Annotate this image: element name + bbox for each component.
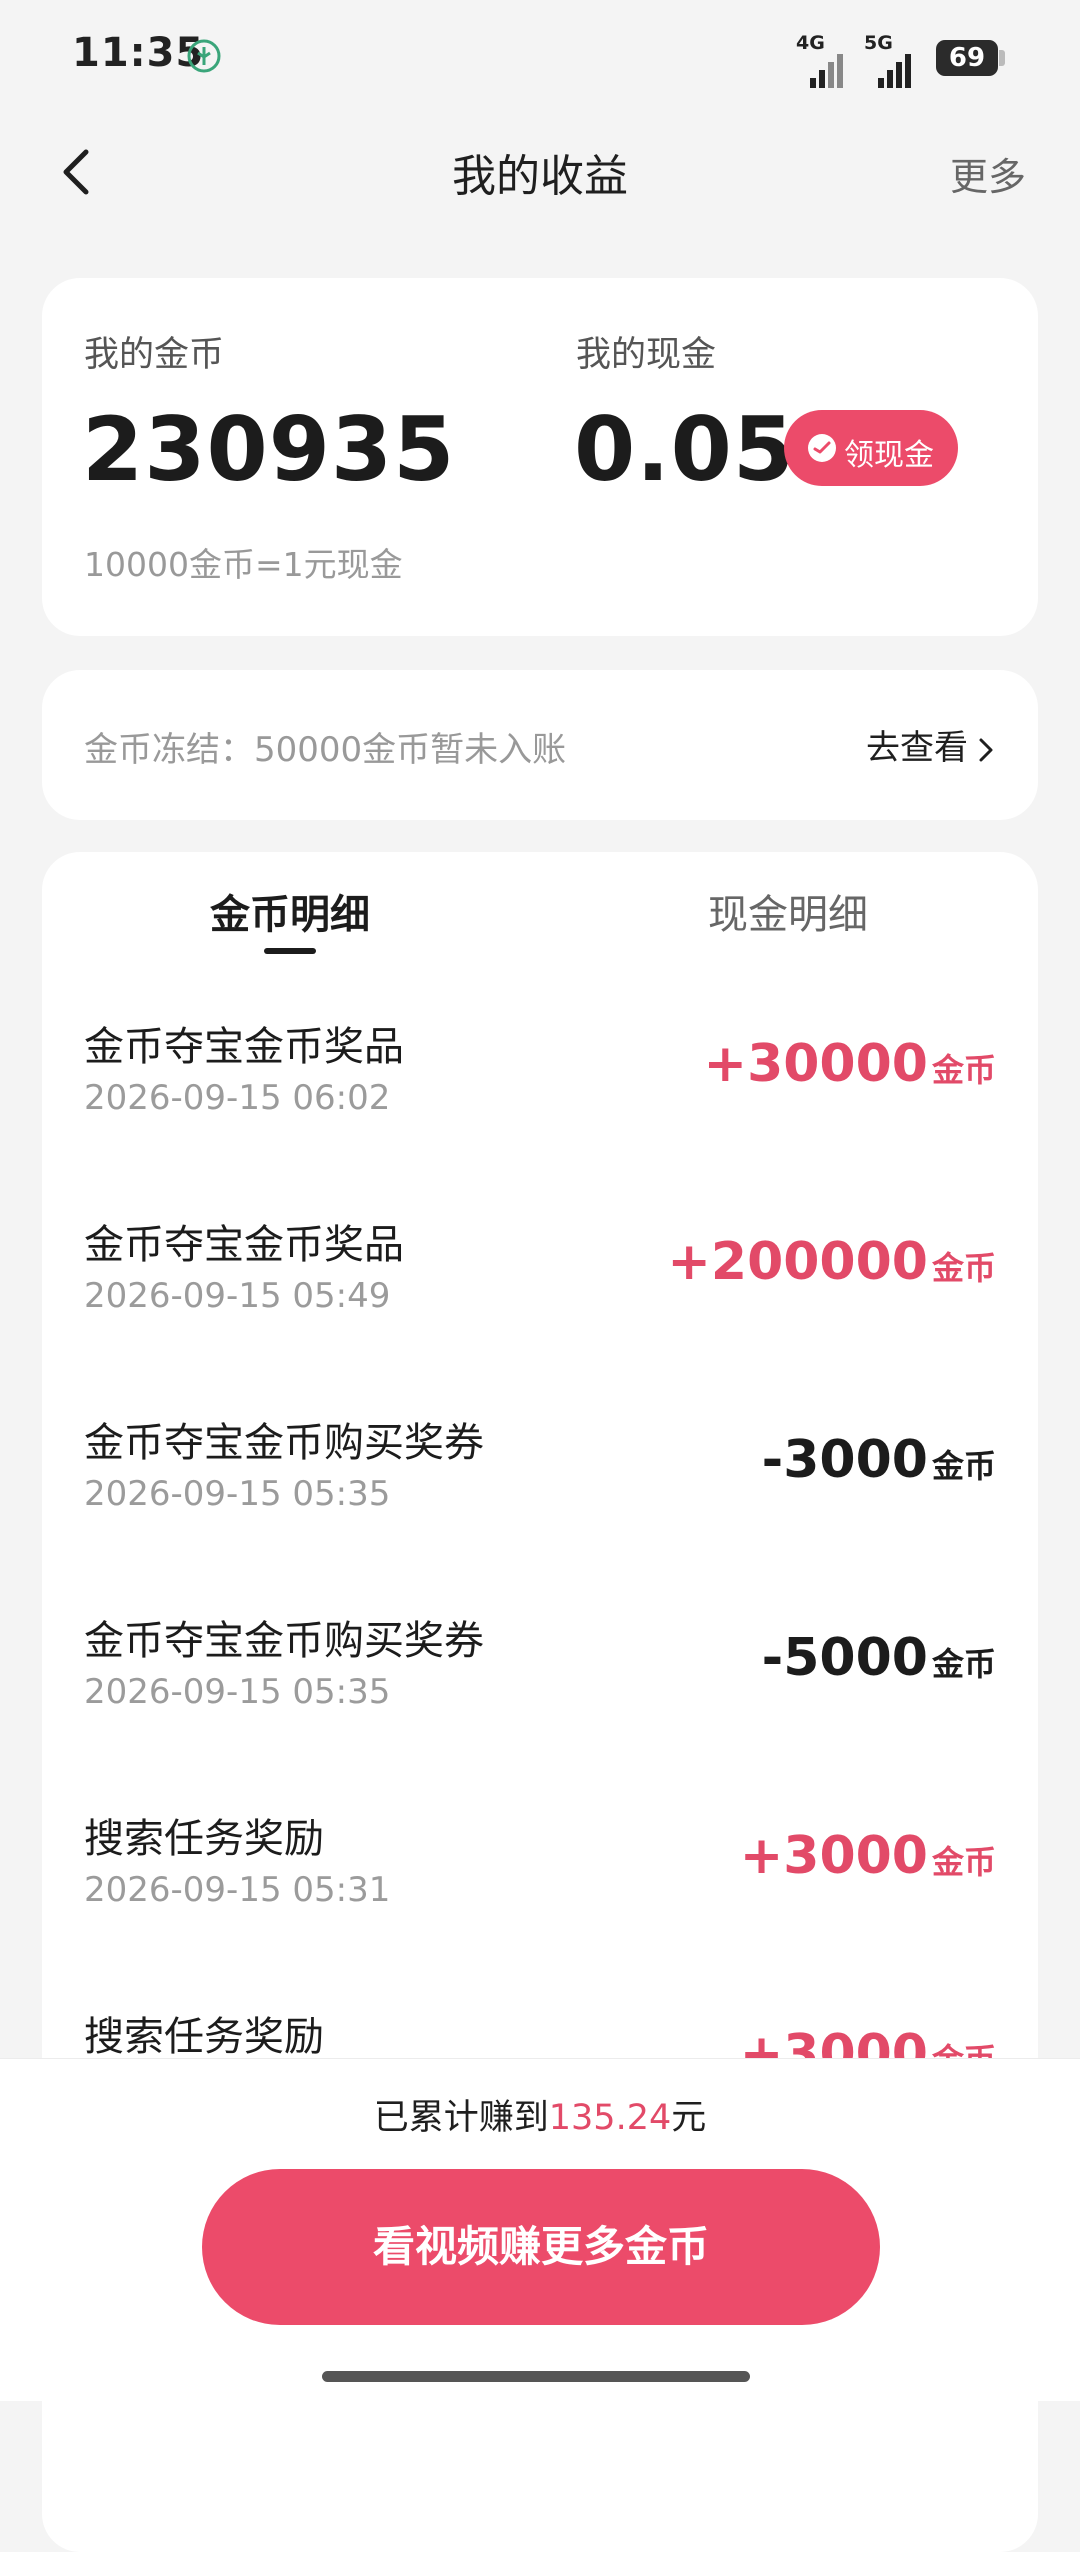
status-time: 11:35: [72, 30, 205, 76]
record-row[interactable]: 金币夺宝金币奖品 2026-09-15 06:02 +30000 金币: [42, 1014, 1038, 1212]
record-date: 2026-09-15 05:35: [84, 1672, 391, 1712]
coins-value: 230935: [82, 398, 456, 501]
record-row[interactable]: 金币夺宝金币购买奖券 2026-09-15 05:35 -3000 金币: [42, 1410, 1038, 1608]
signal-bars-icon: [878, 54, 911, 88]
wechat-leaf-icon: [187, 39, 221, 73]
freeze-text: 金币冻结：50000金币暂未入账: [84, 730, 567, 770]
cash-value: 0.05: [574, 398, 796, 501]
battery-tip: [999, 50, 1005, 66]
record-amount: +200000 金币: [667, 1232, 996, 1292]
record-title: 金币夺宝金币奖品: [84, 1222, 404, 1268]
bottom-bar: 已累计赚到135.24元 看视频赚更多金币: [0, 2058, 1080, 2401]
record-title: 搜索任务奖励: [84, 2014, 324, 2060]
battery-icon: 69: [936, 40, 998, 76]
tab-coin-details[interactable]: 金币明细: [210, 882, 370, 940]
watch-video-earn-button[interactable]: 看视频赚更多金币: [202, 2169, 880, 2325]
record-title: 金币夺宝金币购买奖券: [84, 1420, 484, 1466]
total-earned-value: 135.24: [548, 2098, 672, 2138]
more-button[interactable]: 更多: [950, 146, 1026, 201]
page-title: 我的收益: [452, 151, 628, 202]
record-amount: -3000 金币: [761, 1430, 996, 1490]
wallet-chat-icon: [808, 434, 836, 462]
record-amount: +3000金币: [739, 1826, 996, 1886]
record-title: 金币夺宝金币奖品: [84, 1024, 404, 1070]
withdraw-cash-button[interactable]: 领现金: [784, 410, 958, 486]
tab-cash-details[interactable]: 现金明细: [708, 882, 868, 940]
record-date: 2026-09-15 05:49: [84, 1276, 391, 1316]
cash-label: 我的现金: [576, 335, 717, 375]
chevron-right-icon: [979, 738, 993, 761]
balance-card: 我的金币 230935 我的现金 0.05 领现金 10000金币=1元现金: [42, 278, 1038, 636]
total-earned: 已累计赚到135.24元: [373, 2098, 707, 2138]
tab-indicator: [264, 948, 316, 954]
record-title: 搜索任务奖励: [84, 1816, 324, 1862]
record-title: 金币夺宝金币购买奖券: [84, 1618, 484, 1664]
record-date: 2026-09-15 05:35: [84, 1474, 391, 1514]
record-row[interactable]: 金币夺宝金币奖品 2026-09-15 05:49 +200000 金币: [42, 1212, 1038, 1410]
exchange-rate-text: 10000金币=1元现金: [84, 545, 403, 584]
withdraw-cash-label: 领现金: [844, 438, 934, 473]
record-amount: +30000 金币: [703, 1034, 997, 1094]
view-freeze-link[interactable]: 去查看: [866, 720, 994, 769]
record-row[interactable]: 搜索任务奖励 2026-09-15 05:31 +3000 金币: [42, 1806, 1038, 2004]
record-date: 2026-09-15 06:02: [84, 1078, 391, 1118]
coins-label: 我的金币: [84, 335, 225, 375]
home-indicator[interactable]: [322, 2371, 750, 2382]
record-date: 2026-09-15 05:31: [84, 1870, 391, 1910]
record-amount: -5000 金币: [761, 1628, 996, 1688]
view-freeze-label: 去查看: [866, 728, 968, 768]
freeze-card[interactable]: 金币冻结：50000金币暂未入账 去查看: [42, 670, 1038, 820]
status-bar: 11:35 4G 5G 69: [0, 0, 1080, 118]
record-row[interactable]: 金币夺宝金币购买奖券 2026-09-15 05:35 -5000 金币: [42, 1608, 1038, 1806]
signal-bars-icon: [810, 54, 843, 88]
